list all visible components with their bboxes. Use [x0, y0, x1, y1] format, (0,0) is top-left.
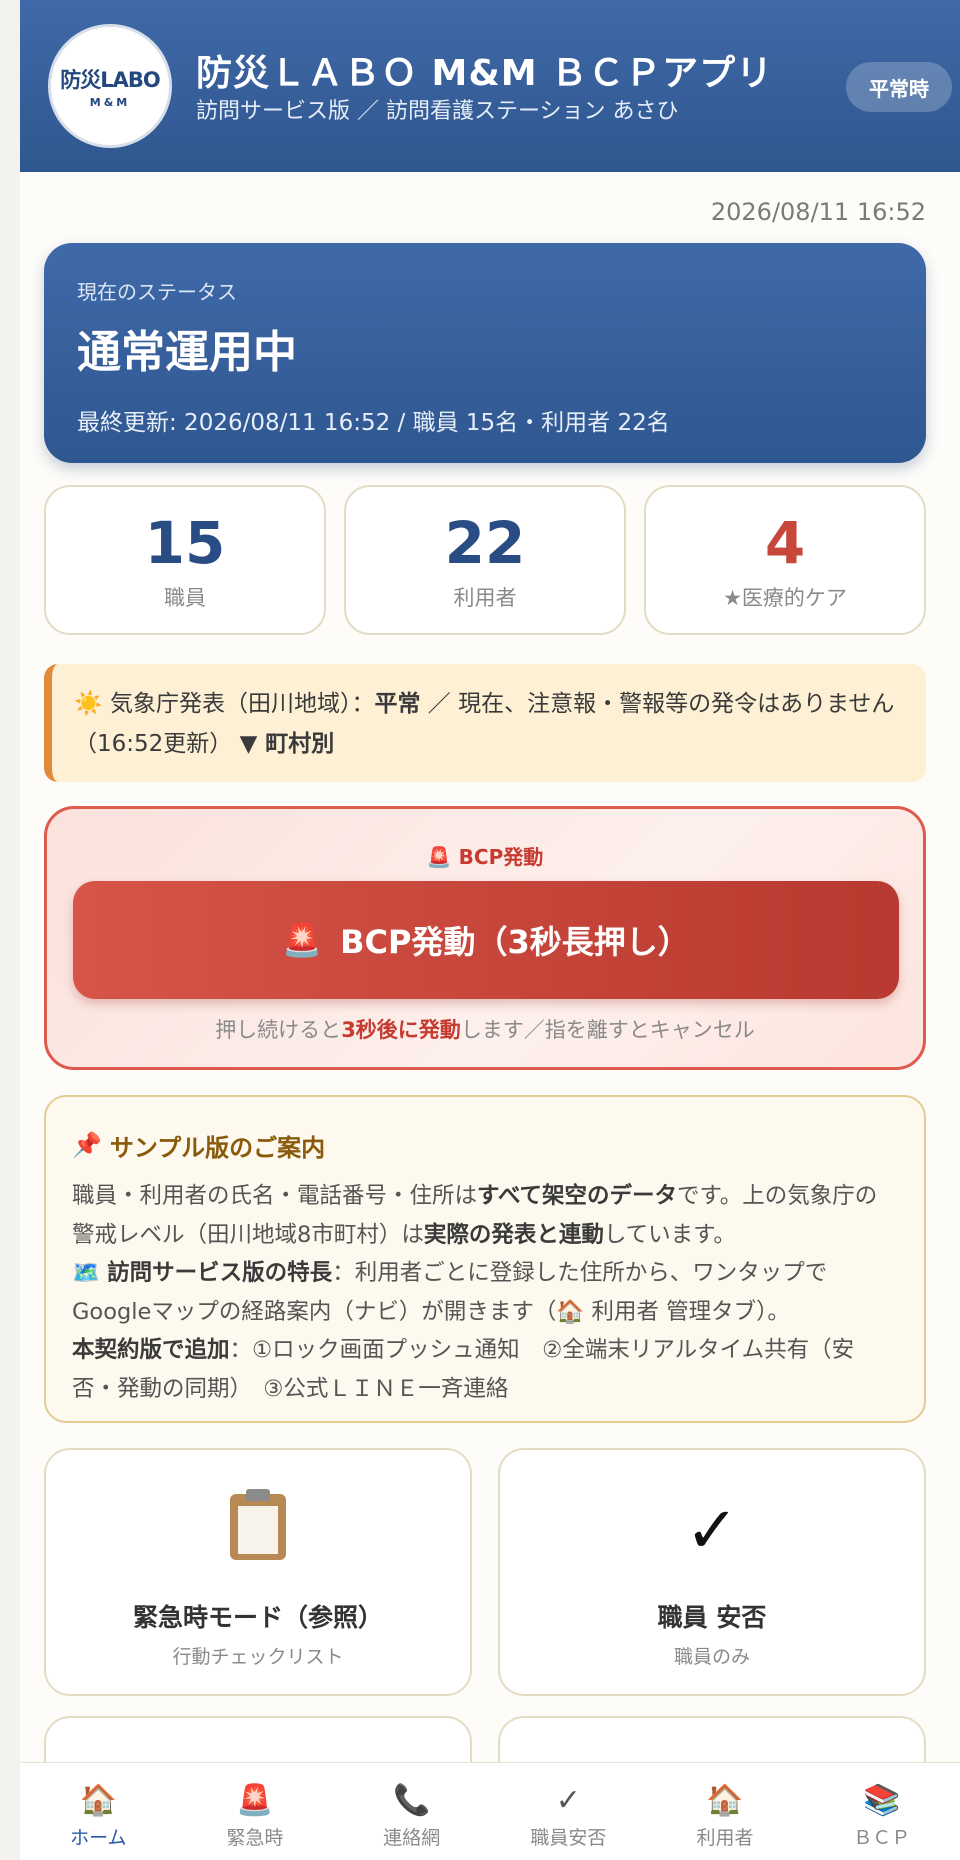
status-label: 現在のステータス [77, 280, 237, 304]
status-card: 現在のステータス 通常運用中 最終更新: 2026/08/11 16:52 / … [44, 243, 926, 463]
siren-icon: 🚨 [426, 845, 452, 869]
checkmark-icon: ✓ [685, 1494, 739, 1568]
current-timestamp: 2026/08/11 16:52 [710, 198, 926, 226]
bcp-button-label: BCP発動（3秒長押し） [340, 923, 690, 961]
books-icon: 📚 [863, 1783, 901, 1818]
house-icon: 🏠 [706, 1783, 744, 1818]
emergency-mode-card[interactable]: 緊急時モード（参照） 行動チェックリスト [44, 1448, 472, 1696]
tab-users[interactable]: 🏠 利用者 [647, 1763, 804, 1860]
bcp-title: 🚨 BCP発動 [426, 845, 544, 869]
bottom-navigation: 🏠 ホーム 🚨 緊急時 📞 連絡網 ✓ 職員安否 🏠 利用者 📚 ＢＣＰ [20, 1762, 960, 1860]
stat-label: ★医療的ケア [723, 586, 847, 610]
stat-card-staff[interactable]: 15 職員 [44, 485, 326, 635]
map-icon: 🗺️ [72, 1260, 101, 1286]
stat-value: 4 [764, 509, 806, 577]
house-icon: 🏠 [79, 1783, 118, 1818]
card-subtitle: 職員のみ [673, 1646, 750, 1668]
stat-value: 15 [144, 509, 226, 577]
notice-title: 📌 サンプル版のご案内 [72, 1131, 326, 1162]
stat-card-users[interactable]: 22 利用者 [344, 485, 626, 635]
sun-icon: ☀️ [74, 691, 103, 717]
card-title: 緊急時モード（参照） [132, 1603, 383, 1632]
check-icon: ✓ [555, 1783, 581, 1818]
status-meta: 最終更新: 2026/08/11 16:52 / 職員 15名・利用者 22名 [77, 410, 670, 436]
card-title: 職員 安否 [657, 1603, 767, 1632]
weather-alert-banner: ☀️ 気象庁発表（田川地域）：平常 ／ 現在、注意報・警報等の発令はありません（… [44, 664, 926, 782]
stat-label: 利用者 [453, 586, 517, 610]
mode-badge[interactable]: 平常時 [846, 62, 952, 112]
tab-home[interactable]: 🏠 ホーム [20, 1763, 177, 1860]
bcp-hint: 押し続けると3秒後に発動します／指を離すとキャンセル [215, 1018, 755, 1042]
logo-text: 防災LABO [60, 67, 160, 92]
bcp-activation-panel: 🚨 BCP発動 🚨 BCP発動（3秒長押し） 押し続けると3秒後に発動します／指… [44, 806, 926, 1070]
app-header: 防災LABO M&M 防災ＬＡＢＯ M&M ＢＣＰアプリ 訪問サービス版 ／ 訪… [20, 0, 960, 172]
app-container: 防災LABO M&M 防災ＬＡＢＯ M&M ＢＣＰアプリ 訪問サービス版 ／ 訪… [20, 0, 960, 1860]
app-subtitle: 訪問サービス版 ／ 訪問看護ステーション あさひ [196, 99, 679, 124]
house-icon: 🏠 [556, 1298, 585, 1325]
sample-notice: 📌 サンプル版のご案内 職員・利用者の氏名・電話番号・住所はすべて架空のデータで… [44, 1095, 926, 1423]
weather-prefix: 気象庁発表（田川地域）： [109, 691, 375, 717]
card-subtitle: 行動チェックリスト [172, 1646, 344, 1668]
siren-icon: 🚨 [282, 921, 323, 959]
stat-value: 22 [444, 509, 526, 577]
notice-body: 職員・利用者の氏名・電話番号・住所はすべて架空のデータです。上の気象庁の警戒レベ… [72, 1183, 878, 1402]
municipality-toggle[interactable]: ▼ 町村別 [240, 731, 335, 757]
tab-staff-safety[interactable]: ✓ 職員安否 [490, 1763, 647, 1860]
tab-emergency[interactable]: 🚨 緊急時 [177, 1763, 334, 1860]
stat-label: 職員 [164, 586, 206, 610]
weather-level: 平常 [374, 691, 421, 717]
tab-contact-network[interactable]: 📞 連絡網 [333, 1763, 490, 1860]
pushpin-icon: 📌 [72, 1131, 102, 1159]
phone-icon: 📞 [393, 1783, 431, 1818]
stat-card-medical-care[interactable]: 4 ★医療的ケア [644, 485, 926, 635]
staff-safety-card[interactable]: ✓ 職員 安否 職員のみ [498, 1448, 926, 1696]
status-value: 通常運用中 [77, 327, 297, 378]
brand-logo: 防災LABO M&M [48, 24, 172, 148]
clipboard-icon [46, 1489, 470, 1570]
logo-subtext: M&M [89, 95, 131, 109]
tab-bcp[interactable]: 📚 ＢＣＰ [803, 1763, 960, 1860]
bcp-activate-button[interactable]: 🚨 BCP発動（3秒長押し） [73, 881, 899, 999]
siren-icon: 🚨 [236, 1783, 274, 1818]
app-title: 防災ＬＡＢＯ M&M ＢＣＰアプリ [196, 53, 774, 94]
